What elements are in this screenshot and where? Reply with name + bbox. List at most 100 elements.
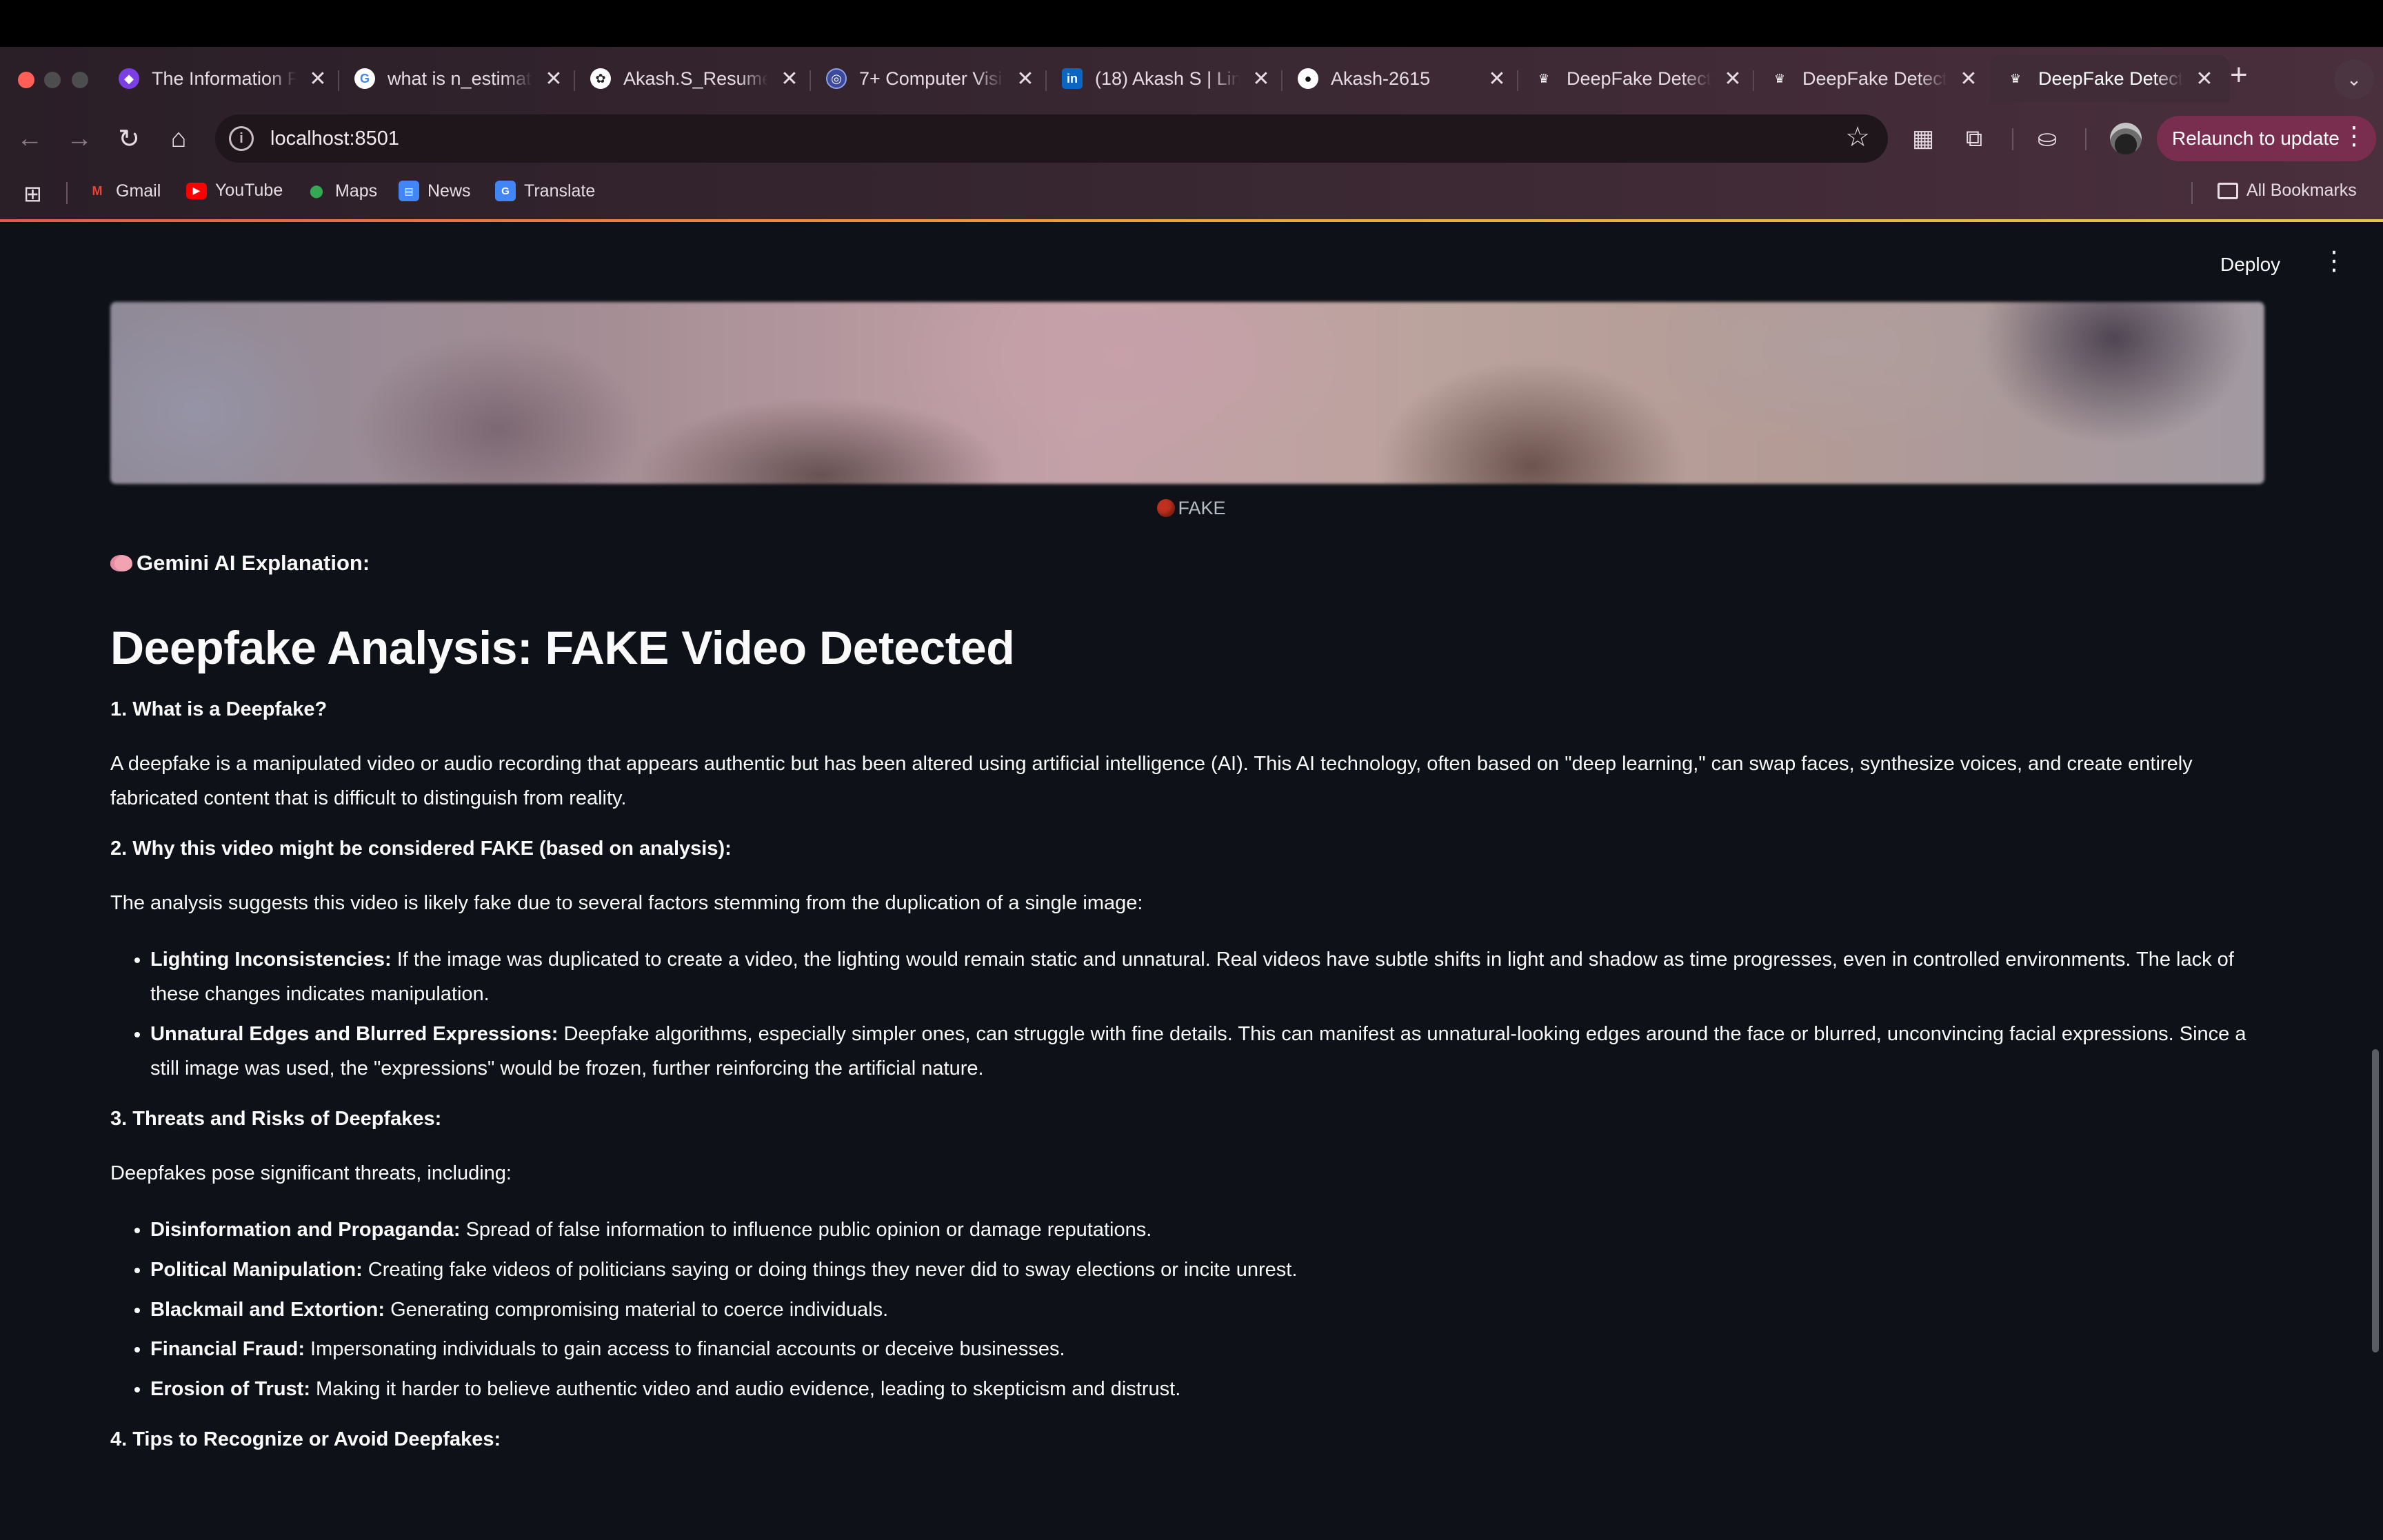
scrollbar[interactable]: [2372, 1049, 2379, 1352]
main-menu-button[interactable]: ⋮: [2321, 248, 2347, 274]
video-frame-image: [110, 302, 2264, 484]
tab-label: Akash.S_Resume: [623, 68, 768, 89]
tab-search-button[interactable]: ⌄: [2334, 59, 2374, 99]
all-bookmarks-label: All Bookmarks: [2246, 181, 2357, 200]
bookmark-label: Maps: [335, 181, 378, 201]
bookmark-news[interactable]: ▤ News: [399, 181, 471, 201]
section-heading: 4. Tips to Recognize or Avoid Deepfakes:: [110, 1428, 501, 1451]
tab-0[interactable]: ◆ The Information R ✕: [103, 55, 343, 102]
close-icon[interactable]: ✕: [543, 67, 564, 91]
tab-7[interactable]: ♛ DeepFake Detect ✕: [1754, 55, 1994, 102]
linkedin-icon: in: [1062, 68, 1083, 89]
puzzle-icon: ⧉: [1965, 125, 1983, 152]
toolbar-divider: [2012, 128, 2013, 150]
zoom-window-button[interactable]: [72, 72, 88, 88]
extensions-button[interactable]: ⧉: [1955, 120, 1993, 157]
profile-avatar[interactable]: [2110, 123, 2142, 154]
bookmark-divider: [2191, 182, 2193, 204]
toolbar: ← → ↻ ⌂ i localhost:8501 ☆ ▦ ⧉ ⛀ Relaunc…: [0, 110, 2383, 167]
bookmark-gmail[interactable]: M Gmail: [87, 181, 161, 201]
item-text: Creating fake videos of politicians sayi…: [362, 1258, 1298, 1281]
streamlit-icon: ♛: [1773, 71, 1786, 85]
tab-label: The Information R: [152, 68, 296, 89]
item-title: Financial Fraud:: [150, 1338, 305, 1361]
tab-label: DeepFake Detect: [1802, 68, 1947, 89]
reload-button[interactable]: ↻: [110, 120, 148, 157]
chatgpt-icon: ✿: [590, 68, 611, 89]
bookmark-translate[interactable]: G Translate: [495, 181, 595, 201]
close-icon[interactable]: ✕: [779, 67, 800, 91]
incognito-icon: ⛀: [2037, 125, 2058, 152]
close-icon[interactable]: ✕: [2194, 67, 2215, 91]
news-icon: ▤: [399, 181, 419, 201]
bookmark-label: YouTube: [215, 181, 283, 200]
tab-8-active[interactable]: ♛ DeepFake Detect ✕: [1990, 55, 2230, 102]
browser-chrome: ◆ The Information R ✕ G what is n_estima…: [0, 0, 2383, 222]
bookmark-star-icon[interactable]: ☆: [1845, 121, 1870, 153]
relaunch-button[interactable]: Relaunch to update ⋮: [2157, 116, 2376, 161]
explanation-content: Gemini AI Explanation: Deepfake Analysis…: [110, 546, 2269, 1456]
close-icon[interactable]: ✕: [308, 67, 328, 91]
home-button[interactable]: ⌂: [160, 120, 197, 157]
deploy-button[interactable]: Deploy: [2220, 254, 2280, 276]
tab-label: DeepFake Detect: [2038, 68, 2183, 89]
site-info-icon[interactable]: i: [229, 126, 254, 151]
item-text: Impersonating individuals to gain access…: [304, 1338, 1065, 1361]
verdict-text: FAKE: [1178, 498, 1226, 518]
menu-bar-area: [0, 0, 2383, 47]
apps-button[interactable]: ⊞: [23, 181, 42, 207]
tab-2[interactable]: ✿ Akash.S_Resume ✕: [575, 55, 815, 102]
tab-1[interactable]: G what is n_estimat ✕: [339, 55, 579, 102]
threats-list: Disinformation and Propaganda: Spread of…: [110, 1213, 2269, 1407]
item-title: Blackmail and Extortion:: [150, 1298, 385, 1321]
qr-code-icon: ▦: [1911, 125, 1935, 152]
tab-4[interactable]: in (18) Akash S | Lin ✕: [1047, 55, 1287, 102]
list-item: Blackmail and Extortion: Generating comp…: [150, 1293, 2269, 1328]
list-item: Unnatural Edges and Blurred Expressions:…: [150, 1017, 2269, 1086]
close-icon[interactable]: ✕: [1015, 67, 1036, 91]
bookmark-divider: [66, 182, 68, 204]
close-window-button[interactable]: [18, 72, 34, 88]
list-item: Financial Fraud: Impersonating individua…: [150, 1333, 2269, 1367]
close-icon[interactable]: ✕: [1487, 67, 1507, 91]
minimize-window-button[interactable]: [44, 72, 61, 88]
streamlit-icon: ♛: [1538, 71, 1550, 85]
red-circle-icon: [1157, 499, 1176, 517]
new-tab-button[interactable]: +: [2230, 58, 2248, 92]
item-title: Unnatural Edges and Blurred Expressions:: [150, 1022, 559, 1045]
bookmark-youtube[interactable]: ▶ YouTube: [186, 181, 283, 201]
folder-icon: [2218, 182, 2238, 199]
more-vert-icon[interactable]: ⋮: [2342, 121, 2366, 150]
close-icon[interactable]: ✕: [1958, 67, 1979, 91]
item-text: Generating compromising material to coer…: [385, 1298, 889, 1321]
section-text: A deepfake is a manipulated video or aud…: [110, 752, 2193, 809]
youtube-icon: ▶: [186, 182, 207, 199]
brain-icon: [110, 555, 132, 571]
home-icon: ⌂: [170, 123, 187, 153]
list-item: Disinformation and Propaganda: Spread of…: [150, 1213, 2269, 1248]
bookmark-maps[interactable]: ⬤ Maps: [306, 181, 377, 201]
notion-ai-icon: ◆: [119, 68, 139, 89]
tab-5[interactable]: ● Akash-2615 ✕: [1283, 55, 1522, 102]
section-text: The analysis suggests this video is like…: [110, 892, 1143, 915]
section-text: Deepfakes pose significant threats, incl…: [110, 1162, 512, 1184]
qr-code-button[interactable]: ▦: [1904, 120, 1942, 157]
incognito-button[interactable]: ⛀: [2029, 120, 2066, 157]
reload-icon: ↻: [118, 124, 140, 154]
maps-icon: ⬤: [309, 183, 324, 198]
back-button[interactable]: ←: [11, 120, 48, 157]
item-title: Political Manipulation:: [150, 1258, 363, 1281]
list-item: Lighting Inconsistencies: If the image w…: [150, 943, 2269, 1012]
bookmark-label: Translate: [524, 181, 596, 201]
close-icon[interactable]: ✕: [1251, 67, 1271, 91]
close-icon[interactable]: ✕: [1722, 67, 1743, 91]
arrow-right-icon: →: [66, 123, 92, 153]
tab-label: DeepFake Detect: [1567, 68, 1711, 89]
forward-button[interactable]: →: [61, 120, 98, 157]
tab-3[interactable]: ◎ 7+ Computer Visi ✕: [811, 55, 1051, 102]
tab-6[interactable]: ♛ DeepFake Detect ✕: [1518, 55, 1758, 102]
chevron-down-icon: ⌄: [2346, 68, 2362, 90]
all-bookmarks-button[interactable]: All Bookmarks: [2218, 181, 2357, 201]
address-bar[interactable]: i localhost:8501 ☆: [215, 114, 1888, 163]
url-text: localhost:8501: [270, 127, 400, 150]
